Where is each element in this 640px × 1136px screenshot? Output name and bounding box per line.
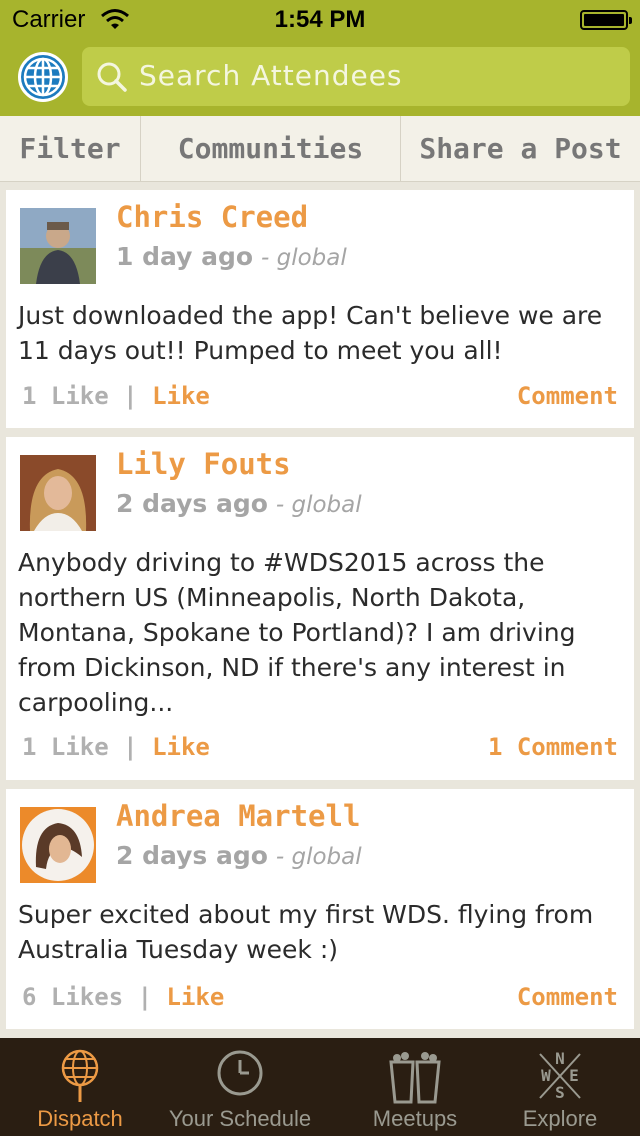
svg-text:N: N — [555, 1049, 565, 1068]
post-footer: 1 Like | Like Comment — [22, 382, 618, 410]
svg-text:S: S — [555, 1083, 565, 1102]
like-button[interactable]: Like — [167, 983, 225, 1011]
search-attendees-input[interactable]: Search Attendees — [82, 47, 630, 106]
svg-text:E: E — [569, 1066, 579, 1085]
divider: | — [137, 983, 167, 1011]
clock-icon — [215, 1048, 265, 1102]
beer-glasses-icon — [385, 1048, 445, 1108]
svg-text:W: W — [541, 1066, 551, 1085]
like-count: 1 Like — [22, 733, 109, 761]
post-card: Lily Fouts 2 days ago - global Anybody d… — [6, 437, 634, 780]
globe-icon[interactable] — [18, 52, 68, 102]
dispatch-globe-icon — [60, 1048, 100, 1108]
status-bar: Carrier 1:54 PM — [0, 0, 640, 40]
communities-button[interactable]: Communities — [141, 116, 401, 181]
like-count: 1 Like — [22, 382, 109, 410]
clock-time: 1:54 PM — [274, 6, 366, 33]
comment-button[interactable]: 1 Comment — [488, 733, 618, 761]
post-author[interactable]: Chris Creed — [116, 200, 308, 234]
post-meta: 1 day ago - global — [116, 242, 347, 271]
post-author[interactable]: Andrea Martell — [116, 799, 360, 833]
post-time-ago: 1 day ago — [116, 242, 254, 271]
share-post-button[interactable]: Share a Post — [401, 116, 640, 181]
app-header: Carrier 1:54 PM Search Attendees — [0, 0, 640, 116]
action-bar: Filter Communities Share a Post — [0, 116, 640, 182]
post-footer: 6 Likes | Like Comment — [22, 983, 618, 1011]
tab-label: Explore — [522, 1106, 598, 1131]
post-scope: - global — [275, 492, 362, 518]
search-placeholder: Search Attendees — [139, 59, 403, 92]
post-body: Super excited about my first WDS. flying… — [18, 900, 594, 964]
post-time-ago: 2 days ago — [116, 489, 268, 518]
divider: | — [123, 382, 153, 410]
avatar[interactable] — [20, 807, 96, 883]
like-button[interactable]: Like — [152, 733, 210, 761]
like-button[interactable]: Like — [152, 382, 210, 410]
tab-bar: Dispatch Your Schedule Meetups N W E S E… — [0, 1038, 640, 1136]
tab-label: Your Schedule — [168, 1106, 312, 1131]
divider: | — [123, 733, 153, 761]
post-meta: 2 days ago - global — [116, 841, 362, 870]
post-card: Andrea Martell 2 days ago - global Super… — [6, 789, 634, 1029]
avatar[interactable] — [20, 208, 96, 284]
tab-label: Meetups — [372, 1106, 458, 1131]
tab-explore[interactable]: N W E S Explore — [480, 1038, 640, 1136]
like-count: 6 Likes — [22, 983, 124, 1011]
post-card: Chris Creed 1 day ago - global Just down… — [6, 190, 634, 428]
tab-dispatch[interactable]: Dispatch — [0, 1038, 160, 1136]
post-scope: - global — [275, 844, 362, 870]
post-footer: 1 Like | Like 1 Comment — [22, 733, 618, 761]
tab-label: Dispatch — [37, 1106, 123, 1131]
post-author[interactable]: Lily Fouts — [116, 447, 291, 481]
post-body: Anybody driving to #WDS2015 across the n… — [18, 548, 576, 717]
filter-button[interactable]: Filter — [0, 116, 141, 181]
search-icon — [96, 61, 128, 97]
compass-icon: N W E S — [532, 1048, 588, 1108]
tab-your-schedule[interactable]: Your Schedule — [160, 1038, 320, 1136]
tab-meetups[interactable]: Meetups — [335, 1038, 495, 1136]
post-time-ago: 2 days ago — [116, 841, 268, 870]
post-scope: - global — [261, 245, 347, 271]
comment-button[interactable]: Comment — [517, 382, 618, 410]
battery-icon — [580, 10, 632, 30]
post-body: Just downloaded the app! Can't believe w… — [18, 301, 603, 365]
post-meta: 2 days ago - global — [116, 489, 362, 518]
avatar[interactable] — [20, 455, 96, 531]
comment-button[interactable]: Comment — [517, 983, 618, 1011]
